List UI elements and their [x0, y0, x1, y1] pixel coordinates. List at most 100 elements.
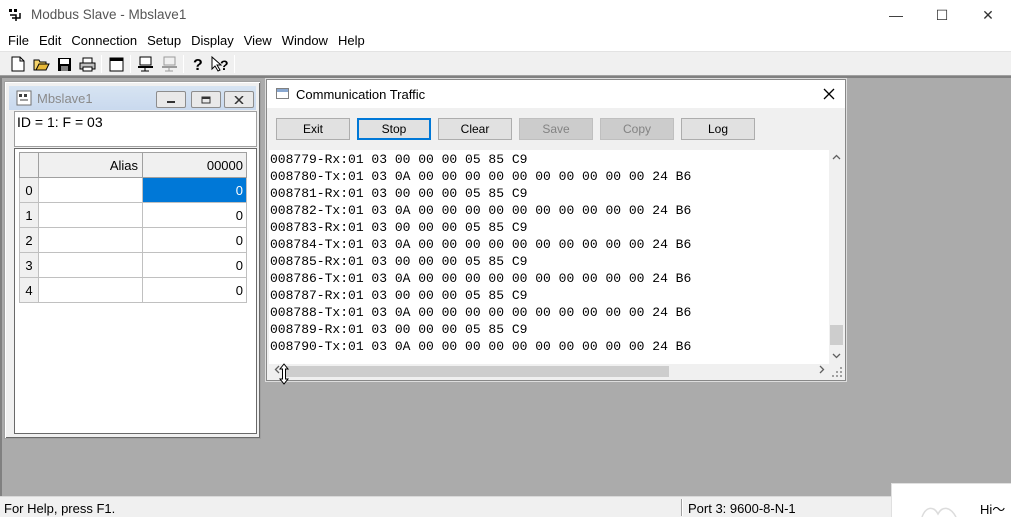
- scroll-right-icon[interactable]: [814, 364, 829, 379]
- alias-cell[interactable]: [38, 202, 143, 228]
- traffic-line: 008780-Tx:01 03 0A 00 00 00 00 00 00 00 …: [270, 169, 692, 184]
- menu-setup[interactable]: Setup: [142, 30, 186, 51]
- mbslave-window: Mbslave1 ID = 1: F = 03 Alias 00000 0 0 …: [4, 81, 261, 439]
- exit-button[interactable]: Exit: [276, 118, 350, 140]
- value-cell[interactable]: 0: [142, 252, 247, 278]
- minimize-icon: [167, 100, 175, 103]
- save-button[interactable]: [54, 54, 74, 74]
- toolbar: ? ?: [0, 51, 1011, 76]
- horizontal-scroll-thumb[interactable]: [285, 366, 669, 377]
- traffic-log[interactable]: 008779-Rx:01 03 00 00 00 05 85 C9 008780…: [269, 150, 829, 364]
- register-grid-container: Alias 00000 0 0 1 0 2 0 3 0 4 0: [14, 148, 257, 434]
- traffic-line: 008788-Tx:01 03 0A 00 00 00 00 00 00 00 …: [270, 305, 692, 320]
- stop-button[interactable]: Stop: [357, 118, 431, 140]
- value-cell[interactable]: 0: [142, 202, 247, 228]
- row-index: 2: [19, 227, 39, 253]
- table-row: 4 0: [19, 277, 247, 303]
- alias-cell[interactable]: [38, 227, 143, 253]
- traffic-close-button[interactable]: [817, 83, 841, 105]
- status-separator: [681, 499, 683, 516]
- menu-edit[interactable]: Edit: [34, 30, 66, 51]
- context-help-button[interactable]: ?: [210, 54, 230, 74]
- new-button[interactable]: [8, 54, 28, 74]
- scroll-down-icon[interactable]: [829, 349, 844, 364]
- value-column-header[interactable]: 00000: [142, 152, 247, 178]
- alias-cell[interactable]: [38, 277, 143, 303]
- svg-text:?: ?: [193, 57, 203, 72]
- document-icon: [16, 90, 32, 106]
- alias-cell[interactable]: [38, 252, 143, 278]
- value-cell-selected[interactable]: 0: [142, 177, 247, 203]
- mbslave-title-bar[interactable]: Mbslave1: [9, 86, 256, 110]
- open-folder-icon: [33, 59, 50, 71]
- value-cell[interactable]: 0: [142, 227, 247, 253]
- traffic-line: 008785-Rx:01 03 00 00 00 05 85 C9: [270, 254, 528, 269]
- clear-button[interactable]: Clear: [438, 118, 512, 140]
- child-minimize-button[interactable]: [156, 91, 186, 108]
- window-title: Modbus Slave - Mbslave1: [31, 7, 187, 22]
- traffic-line: 008783-Rx:01 03 00 00 00 05 85 C9: [270, 220, 528, 235]
- maximize-icon: ☐: [935, 6, 949, 23]
- copy-button[interactable]: Copy: [600, 118, 674, 140]
- traffic-line: 008784-Tx:01 03 0A 00 00 00 00 00 00 00 …: [270, 237, 692, 252]
- toolbar-separator: [101, 55, 102, 73]
- modbus-app-icon: [9, 9, 21, 21]
- log-button[interactable]: Log: [681, 118, 755, 140]
- status-bar: For Help, press F1. Port 3: 9600-8-N-1: [0, 496, 1011, 517]
- resize-grip-icon[interactable]: [831, 366, 843, 378]
- table-row: 2 0: [19, 227, 247, 253]
- close-button[interactable]: ✕: [965, 0, 1011, 30]
- register-grid: Alias 00000 0 0 1 0 2 0 3 0 4 0: [19, 152, 247, 303]
- minimize-button[interactable]: —: [873, 0, 919, 30]
- toolbar-separator: [183, 55, 184, 73]
- new-document-icon: [11, 56, 25, 72]
- menu-display[interactable]: Display: [186, 30, 239, 51]
- menu-window[interactable]: Window: [277, 30, 333, 51]
- row-index: 1: [19, 202, 39, 228]
- menu-connection[interactable]: Connection: [66, 30, 142, 51]
- traffic-line: 008787-Rx:01 03 00 00 00 05 85 C9: [270, 288, 528, 303]
- traffic-line: 008779-Rx:01 03 00 00 00 05 85 C9: [270, 152, 528, 167]
- window-icon: [276, 88, 289, 99]
- save-button[interactable]: Save: [519, 118, 593, 140]
- value-cell[interactable]: 0: [142, 277, 247, 303]
- traffic-title-bar[interactable]: Communication Traffic: [267, 80, 845, 108]
- menu-view[interactable]: View: [239, 30, 277, 51]
- context-help-icon: ?: [211, 55, 229, 73]
- maximize-button[interactable]: ☐: [919, 0, 965, 30]
- open-button[interactable]: [31, 54, 51, 74]
- print-button[interactable]: [77, 54, 97, 74]
- help-button[interactable]: ?: [188, 54, 208, 74]
- swirl-icon: [921, 507, 957, 517]
- traffic-line: 008790-Tx:01 03 0A 00 00 00 00 00 00 00 …: [270, 339, 692, 354]
- close-icon: [823, 88, 835, 100]
- alias-column-header[interactable]: Alias: [38, 152, 143, 178]
- slave-id-function-line: ID = 1: F = 03: [14, 111, 257, 147]
- status-port-text: Port 3: 9600-8-N-1: [688, 501, 796, 516]
- table-row: 0 0: [19, 177, 247, 203]
- grid-corner: [19, 152, 39, 178]
- slave-id-text: ID = 1: F = 03: [17, 114, 103, 130]
- traffic-line: 008781-Rx:01 03 00 00 00 05 85 C9: [270, 186, 528, 201]
- child-maximize-button[interactable]: [191, 91, 221, 108]
- child-close-button[interactable]: [224, 91, 254, 108]
- row-index: 3: [19, 252, 39, 278]
- scroll-up-icon[interactable]: [829, 150, 844, 165]
- connect-icon: [137, 56, 153, 72]
- traffic-line: 008782-Tx:01 03 0A 00 00 00 00 00 00 00 …: [270, 203, 692, 218]
- window-icon: [109, 57, 123, 71]
- horizontal-scrollbar[interactable]: [269, 364, 829, 379]
- menu-help[interactable]: Help: [333, 30, 370, 51]
- notification-popup[interactable]: Hi～: [891, 483, 1011, 517]
- restore-icon: [201, 96, 211, 103]
- connect-button[interactable]: [135, 54, 155, 74]
- vertical-scroll-thumb[interactable]: [830, 325, 843, 345]
- close-icon: [234, 95, 244, 104]
- window-button[interactable]: [106, 54, 126, 74]
- row-index: 0: [19, 177, 39, 203]
- svg-text:?: ?: [220, 57, 229, 73]
- vertical-scrollbar[interactable]: [829, 150, 844, 364]
- alias-cell[interactable]: [38, 177, 143, 203]
- disconnect-button[interactable]: [159, 54, 179, 74]
- menu-file[interactable]: File: [3, 30, 34, 51]
